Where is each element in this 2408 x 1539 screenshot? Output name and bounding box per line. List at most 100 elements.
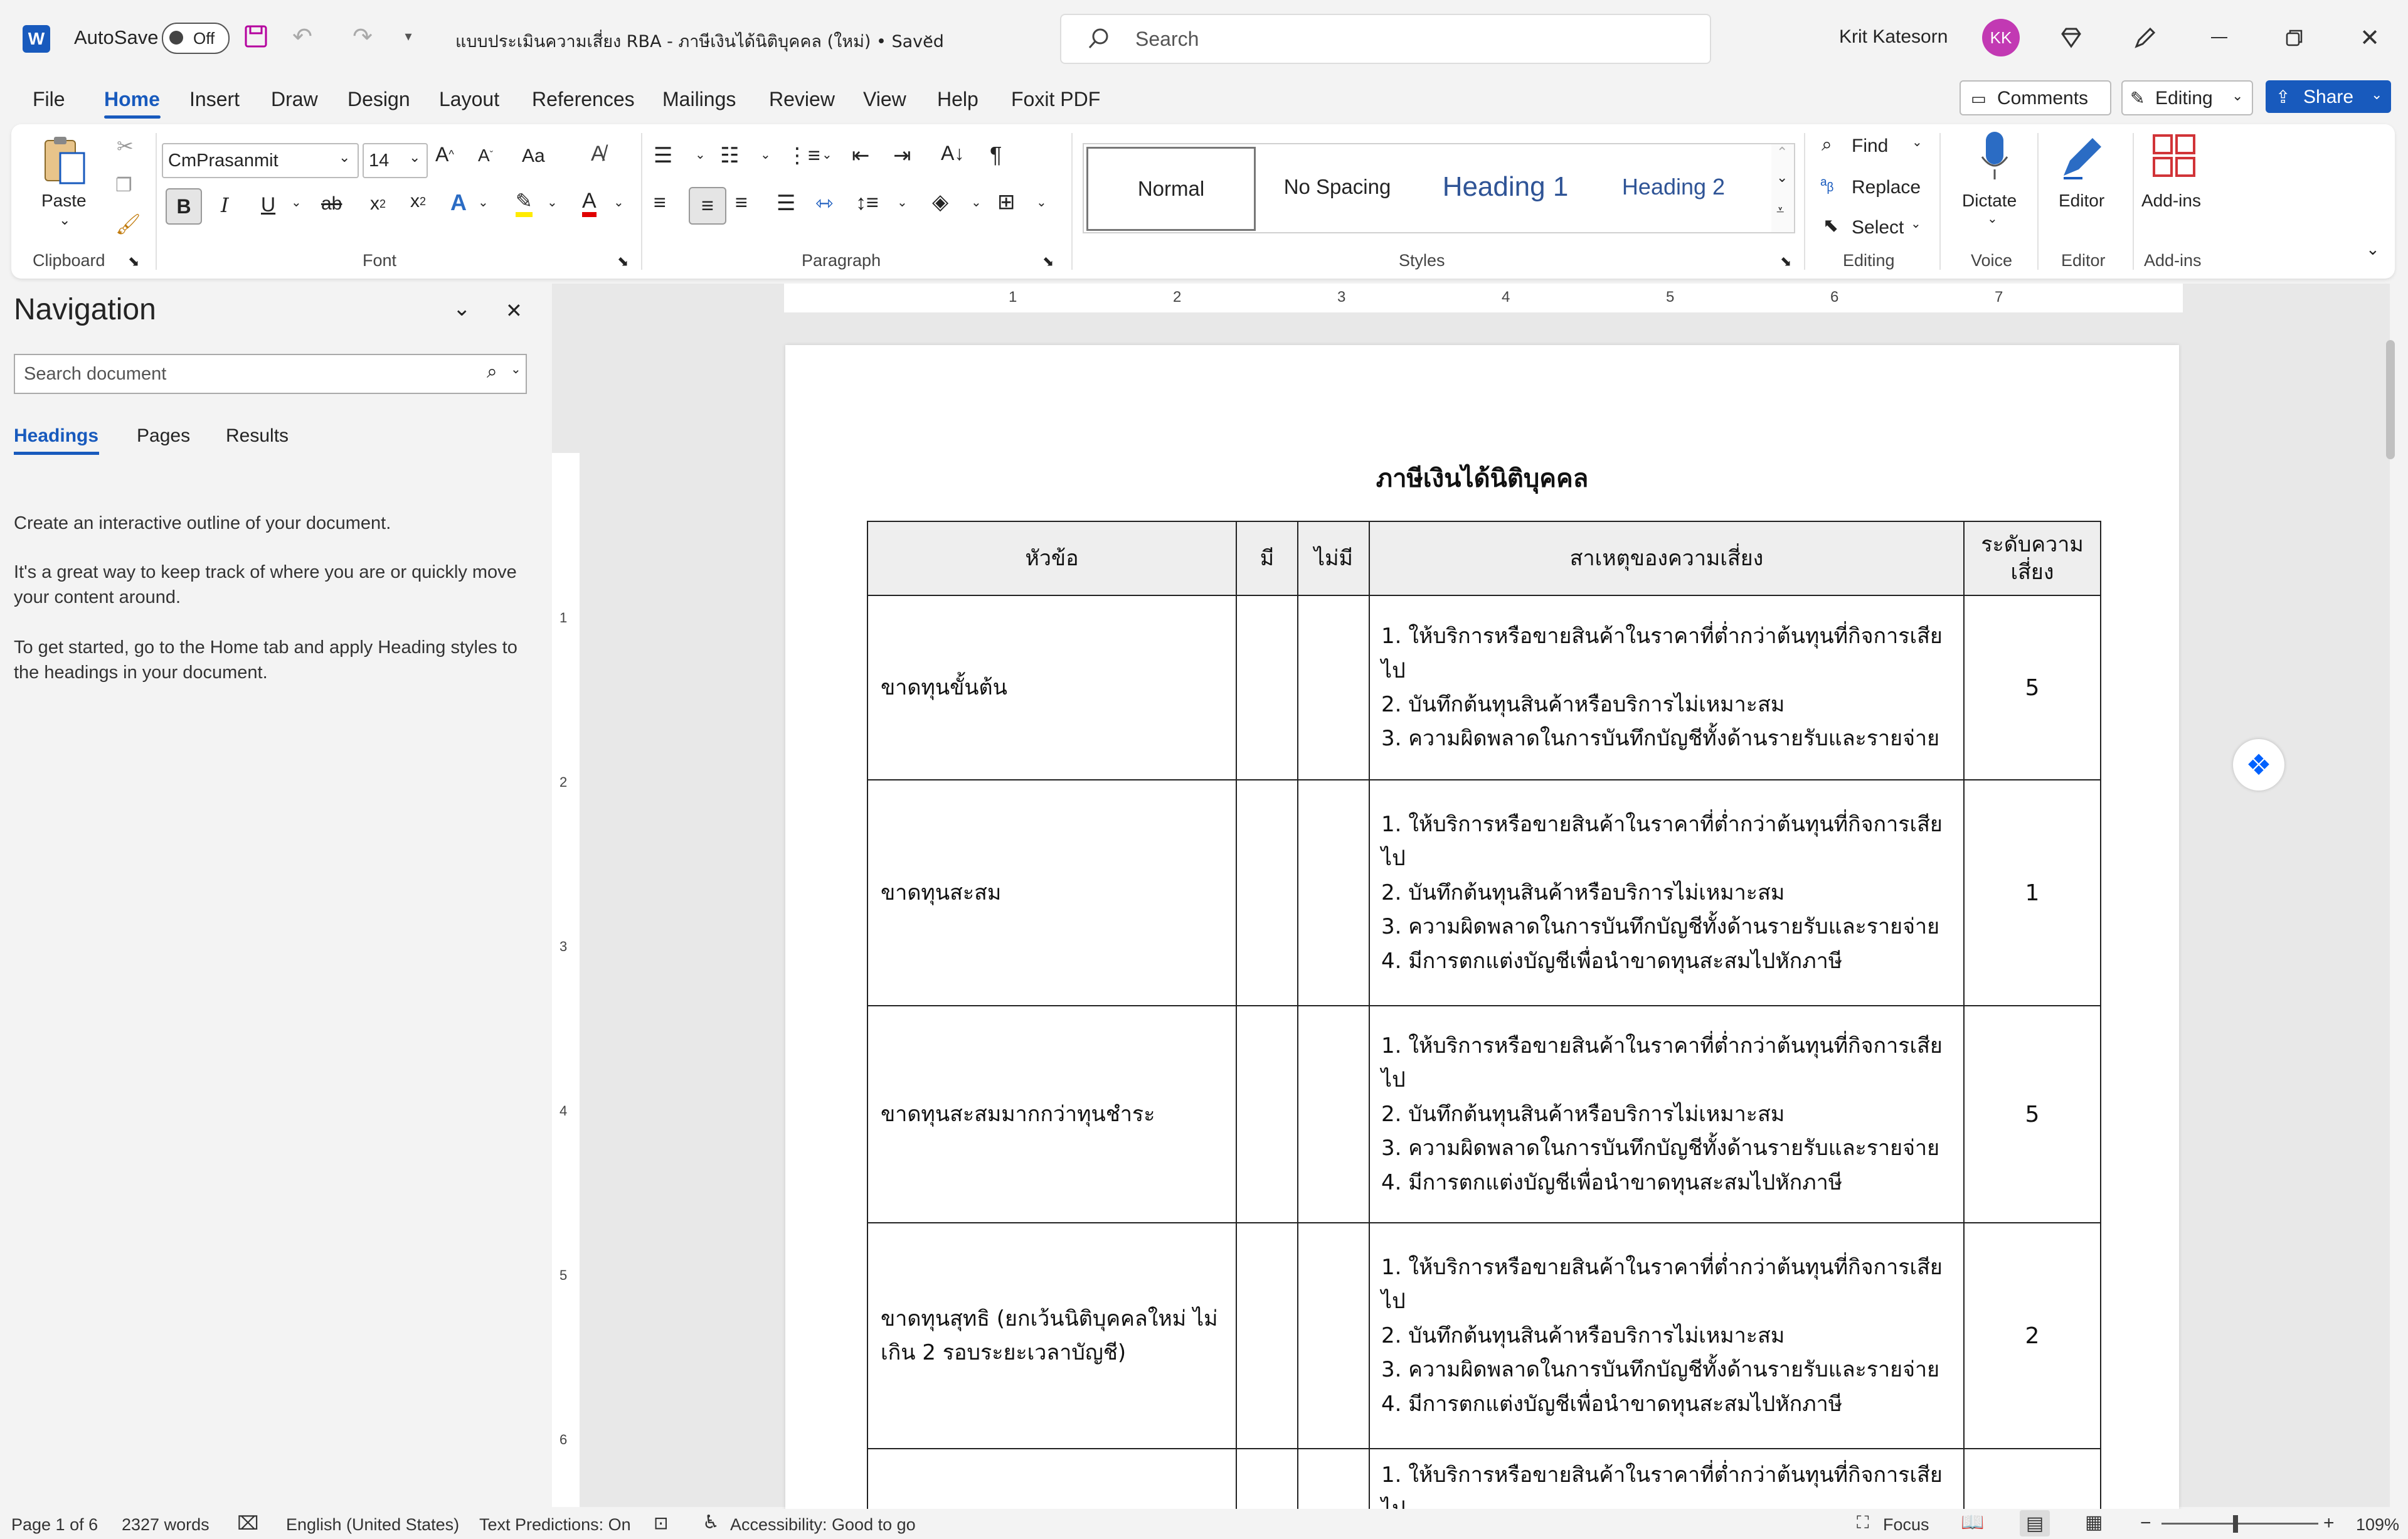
macro-recording-icon[interactable]: ⊡: [654, 1513, 668, 1533]
menu-help[interactable]: Help: [937, 88, 979, 111]
shading-icon[interactable]: ◈: [932, 189, 948, 215]
editing-mode-button[interactable]: ✎ Editing ⌄: [2121, 80, 2253, 115]
web-layout-icon[interactable]: ▦: [2085, 1511, 2103, 1533]
status-focus[interactable]: Focus: [1883, 1515, 1929, 1535]
copy-icon[interactable]: ❐: [115, 174, 132, 196]
paste-icon[interactable]: [40, 134, 90, 188]
borders-chevron-icon[interactable]: ⌄: [1036, 194, 1047, 210]
paste-label[interactable]: Paste: [41, 191, 87, 211]
vertical-scrollbar[interactable]: [2386, 340, 2395, 459]
user-name[interactable]: Krit Katesorn: [1839, 26, 1948, 48]
clear-formatting-icon[interactable]: A̸: [591, 142, 605, 166]
menu-mailings[interactable]: Mailings: [662, 88, 736, 111]
row-causes[interactable]: 1. ให้บริการหรือขายสินค้าในราคาที่ต่ำกว่…: [1369, 1222, 1965, 1449]
row-topic[interactable]: ขาดทุนสะสมมากกว่าทุนชำระ: [867, 1005, 1237, 1223]
menu-references[interactable]: References: [532, 88, 635, 111]
dropbox-icon[interactable]: ❖: [2233, 739, 2284, 791]
styles-down-icon[interactable]: ⌄: [1776, 169, 1788, 186]
distributed-icon[interactable]: ⇿: [815, 191, 834, 216]
microphone-icon[interactable]: [1981, 129, 2008, 183]
clipboard-launcher-icon[interactable]: ⬊: [128, 253, 139, 270]
title-chevron-down-icon[interactable]: ⌄: [922, 25, 935, 43]
row-no-cell[interactable]: [1297, 1005, 1370, 1223]
select-icon[interactable]: ⬉: [1823, 215, 1838, 237]
row-risk-level[interactable]: 1: [1963, 779, 2101, 1006]
restore-icon[interactable]: [2281, 24, 2308, 51]
horizontal-ruler[interactable]: 1 2 3 4 5 6 7: [784, 284, 2183, 312]
style-no-spacing[interactable]: No Spacing: [1254, 147, 1420, 227]
grow-font-icon[interactable]: A ^: [435, 143, 454, 166]
redo-icon[interactable]: ↷: [349, 23, 376, 50]
editor-label[interactable]: Editor: [2059, 191, 2104, 211]
search-box[interactable]: Search: [1060, 14, 1711, 64]
menu-foxit-pdf[interactable]: Foxit PDF: [1011, 88, 1100, 111]
borders-icon[interactable]: ⊞: [997, 189, 1016, 215]
navigation-close-icon[interactable]: ✕: [506, 299, 522, 322]
find-chevron-icon[interactable]: ⌄: [1912, 134, 1923, 150]
underline-chevron-icon[interactable]: ⌄: [291, 194, 302, 210]
menu-design[interactable]: Design: [347, 88, 410, 111]
row-no-cell[interactable]: [1297, 779, 1370, 1006]
status-zoom-level[interactable]: 109%: [2356, 1515, 2399, 1535]
status-word-count[interactable]: 2327 words: [122, 1515, 210, 1535]
style-heading-2[interactable]: Heading 2: [1591, 147, 1756, 227]
row-topic[interactable]: ขาดทุนสุทธิ (ยกเว้นนิติบุคคลใหม่ ไม่เกิน…: [867, 1222, 1237, 1449]
row-causes[interactable]: 1. ให้บริการหรือขายสินค้าในราคาที่ต่ำกว่…: [1369, 595, 1965, 780]
row-no-cell[interactable]: [1297, 595, 1370, 780]
pen-icon[interactable]: [2131, 24, 2159, 51]
menu-layout[interactable]: Layout: [439, 88, 499, 111]
font-color-chevron-icon[interactable]: ⌄: [613, 194, 624, 210]
menu-file[interactable]: File: [33, 88, 65, 111]
focus-icon[interactable]: ⛶: [1857, 1513, 1869, 1533]
multilevel-chevron-icon[interactable]: ⌄: [822, 147, 832, 162]
paragraph-launcher-icon[interactable]: ⬊: [1042, 253, 1054, 270]
line-spacing-icon[interactable]: ↕≡: [856, 191, 879, 215]
undo-icon[interactable]: ↶: [289, 23, 316, 50]
styles-launcher-icon[interactable]: ⬊: [1780, 253, 1791, 270]
navigation-options-chevron-icon[interactable]: ⌄: [453, 296, 471, 321]
navigation-search-input[interactable]: Search document ⌕ ⌄: [14, 354, 527, 394]
highlight-chevron-icon[interactable]: ⌄: [547, 194, 558, 210]
dictate-label[interactable]: Dictate: [1962, 191, 2017, 211]
menu-review[interactable]: Review: [769, 88, 835, 111]
find-label[interactable]: Find: [1852, 136, 1888, 157]
cut-icon[interactable]: ✂: [117, 134, 134, 158]
font-launcher-icon[interactable]: ⬊: [617, 253, 629, 270]
proofing-icon[interactable]: ⌧: [237, 1513, 259, 1535]
underline-icon[interactable]: U: [261, 193, 275, 216]
align-right-icon[interactable]: ≡: [735, 191, 748, 215]
select-chevron-icon[interactable]: ⌄: [1911, 216, 1921, 232]
row-causes[interactable]: 1. ให้บริการหรือขายสินค้าในราคาที่ต่ำกว่…: [1369, 779, 1965, 1006]
font-color-icon[interactable]: A: [582, 189, 597, 217]
font-size-select[interactable]: 14 ⌄: [363, 143, 428, 178]
row-yes-cell[interactable]: [1236, 1222, 1298, 1449]
status-accessibility[interactable]: Accessibility: Good to go: [730, 1515, 916, 1535]
styles-more-icon[interactable]: ⩡: [1776, 202, 1784, 218]
comments-button[interactable]: ▭ Comments: [1960, 80, 2111, 115]
document-page[interactable]: ภาษีเงินได้นิติบุคคล หัวข้อ มี ไม่มี สาเ…: [785, 345, 2179, 1537]
justify-icon[interactable]: ☰: [777, 191, 795, 216]
vertical-ruler[interactable]: 1 2 3 4 5 6: [552, 453, 580, 1507]
minimize-icon[interactable]: [2205, 24, 2233, 51]
pilcrow-icon[interactable]: ¶: [990, 142, 1002, 168]
avatar[interactable]: KK: [1982, 19, 2020, 56]
navigation-search-icon[interactable]: ⌕: [487, 361, 497, 383]
superscript-icon[interactable]: x2: [410, 191, 426, 212]
italic-icon[interactable]: I: [221, 193, 229, 217]
add-ins-label[interactable]: Add-ins: [2141, 191, 2201, 211]
bullets-chevron-icon[interactable]: ⌄: [695, 147, 706, 162]
increase-indent-icon[interactable]: ⇥: [893, 143, 911, 168]
style-heading-1[interactable]: Heading 1: [1423, 147, 1588, 227]
close-icon[interactable]: ✕: [2356, 24, 2384, 51]
collapse-ribbon-icon[interactable]: ⌄: [2366, 240, 2380, 259]
paste-chevron-icon[interactable]: ⌄: [59, 212, 70, 228]
change-case-button[interactable]: Aa: [522, 146, 545, 167]
sort-icon[interactable]: A↓: [941, 142, 964, 165]
multilevel-list-icon[interactable]: ⋮≡: [787, 143, 820, 168]
row-yes-cell[interactable]: [1236, 1005, 1298, 1223]
editor-icon[interactable]: [2057, 132, 2108, 182]
print-layout-icon[interactable]: ▤: [2020, 1510, 2050, 1536]
row-topic[interactable]: ขาดทุนสะสม: [867, 779, 1237, 1006]
text-effects-icon[interactable]: A: [450, 189, 467, 216]
styles-up-icon[interactable]: ⌃: [1776, 144, 1788, 161]
